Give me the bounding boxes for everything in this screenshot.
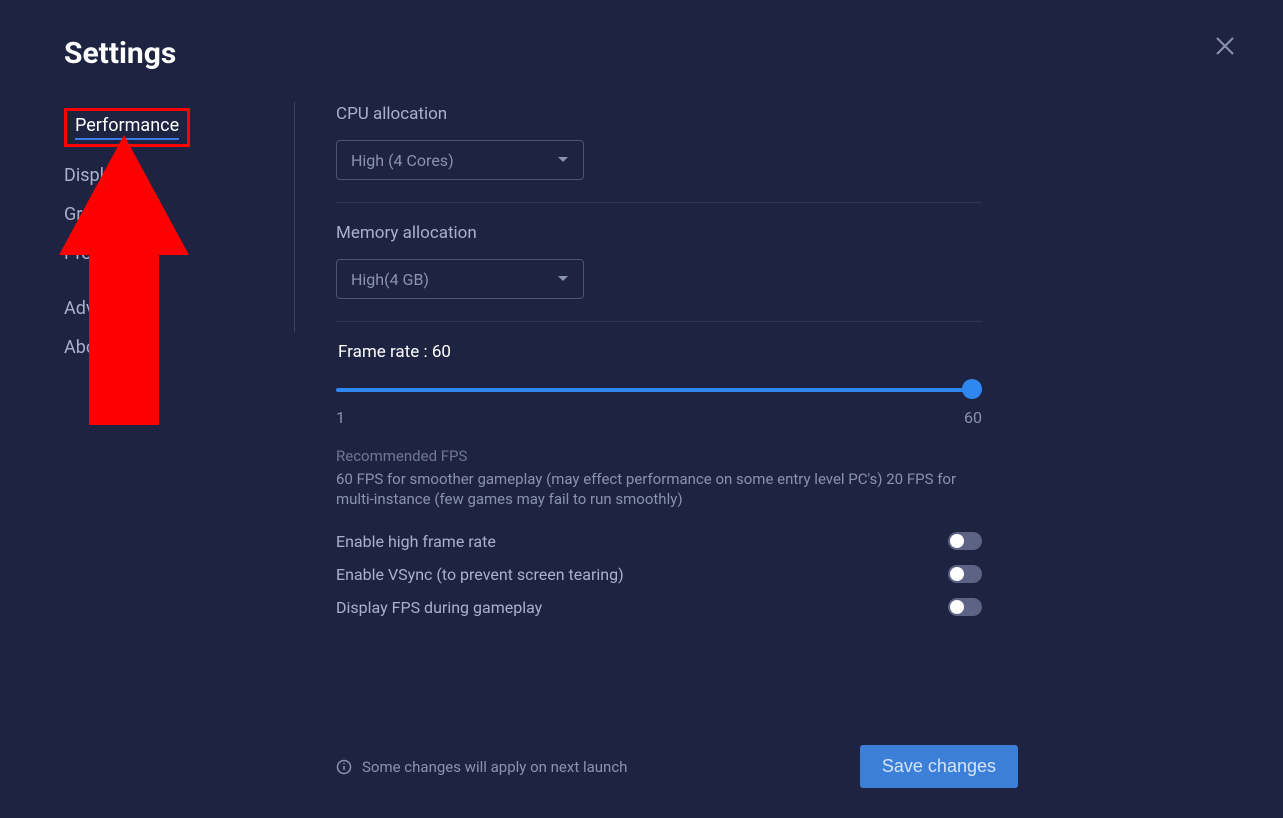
toggle-high-frame-rate[interactable] bbox=[948, 532, 982, 550]
cpu-allocation-label: CPU allocation bbox=[336, 104, 982, 124]
toggle-vsync[interactable] bbox=[948, 565, 982, 583]
sidebar-item-label: Performance bbox=[75, 115, 179, 136]
footer-note: Some changes will apply on next launch bbox=[336, 758, 627, 776]
sidebar-item-advanced[interactable]: Advanced bbox=[64, 298, 264, 319]
toggle-label: Enable high frame rate bbox=[336, 532, 496, 551]
sidebar-item-preferences[interactable]: Preferences bbox=[64, 243, 264, 264]
active-underline bbox=[75, 138, 179, 140]
toggle-label: Display FPS during gameplay bbox=[336, 598, 542, 617]
chevron-down-icon bbox=[557, 154, 569, 166]
save-changes-button[interactable]: Save changes bbox=[860, 745, 1018, 788]
footer-note-text: Some changes will apply on next launch bbox=[362, 758, 627, 776]
frame-rate-slider[interactable] bbox=[336, 376, 982, 404]
divider bbox=[336, 321, 982, 322]
info-icon bbox=[336, 759, 352, 775]
memory-allocation-select[interactable]: High(4 GB) bbox=[336, 259, 584, 299]
slider-thumb[interactable] bbox=[962, 379, 982, 399]
sidebar-item-label: About bbox=[64, 337, 112, 358]
close-icon bbox=[1215, 36, 1235, 56]
toggle-knob bbox=[950, 600, 964, 614]
recommended-fps-title: Recommended FPS bbox=[336, 447, 982, 465]
toggle-row-display-fps: Display FPS during gameplay bbox=[336, 598, 982, 617]
sidebar-item-graphics[interactable]: Graphics bbox=[64, 204, 264, 225]
sidebar-divider bbox=[294, 102, 295, 332]
slider-min: 1 bbox=[336, 408, 345, 427]
sidebar-item-label: Graphics bbox=[64, 204, 135, 225]
frame-rate-label: Frame rate : 60 bbox=[338, 342, 982, 362]
toggle-row-vsync: Enable VSync (to prevent screen tearing) bbox=[336, 565, 982, 584]
footer: Some changes will apply on next launch S… bbox=[336, 745, 1018, 788]
sidebar-item-display[interactable]: Display bbox=[64, 165, 264, 186]
recommended-fps-text: 60 FPS for smoother gameplay (may effect… bbox=[336, 469, 982, 510]
close-button[interactable] bbox=[1215, 36, 1235, 56]
sidebar: Performance Display Graphics Preferences… bbox=[64, 108, 264, 376]
toggle-knob bbox=[950, 567, 964, 581]
memory-allocation-label: Memory allocation bbox=[336, 223, 982, 243]
cpu-allocation-select[interactable]: High (4 Cores) bbox=[336, 140, 584, 180]
sidebar-item-about[interactable]: About bbox=[64, 337, 264, 358]
sidebar-item-label: Advanced bbox=[64, 298, 143, 319]
slider-max: 60 bbox=[964, 408, 982, 427]
slider-range-labels: 1 60 bbox=[336, 408, 982, 427]
page-title: Settings bbox=[64, 36, 176, 71]
toggle-label: Enable VSync (to prevent screen tearing) bbox=[336, 565, 624, 584]
settings-content: CPU allocation High (4 Cores) Memory all… bbox=[336, 104, 982, 631]
sidebar-item-label: Preferences bbox=[64, 243, 160, 264]
toggle-knob bbox=[950, 534, 964, 548]
sidebar-item-label: Display bbox=[64, 165, 122, 186]
toggle-row-high-frame-rate: Enable high frame rate bbox=[336, 532, 982, 551]
divider bbox=[336, 202, 982, 203]
sidebar-item-performance[interactable]: Performance bbox=[64, 108, 190, 147]
slider-track bbox=[336, 388, 982, 392]
memory-allocation-value: High(4 GB) bbox=[351, 270, 429, 289]
chevron-down-icon bbox=[557, 273, 569, 285]
toggle-display-fps[interactable] bbox=[948, 598, 982, 616]
cpu-allocation-value: High (4 Cores) bbox=[351, 151, 454, 170]
